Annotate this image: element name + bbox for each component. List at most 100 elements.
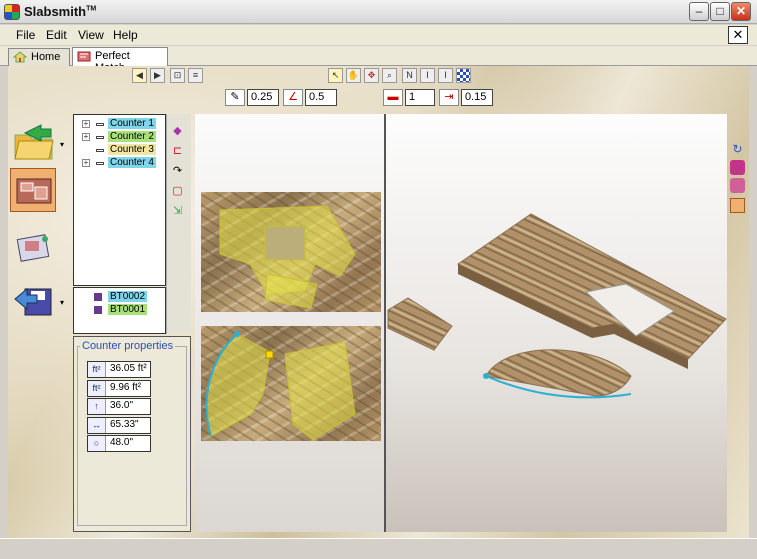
layout-button[interactable]	[10, 226, 56, 270]
tree-label: Counter 2	[108, 131, 156, 142]
maximize-button[interactable]: □	[710, 2, 730, 21]
offset-icon: ✎	[225, 89, 245, 106]
counter-shape-3[interactable]	[206, 333, 271, 437]
slab-layout-icon	[16, 178, 52, 204]
perfect-match-icon	[77, 51, 91, 62]
app-logo-icon	[4, 4, 20, 20]
tab-home[interactable]: Home	[8, 48, 70, 66]
prop-height: ↑ 36.0"	[87, 398, 151, 415]
expand-icon[interactable]: +	[82, 159, 90, 167]
angle-input[interactable]: 0.5	[305, 89, 337, 106]
open-folder-button[interactable]	[10, 118, 56, 162]
app-title-text: Slabsmith	[24, 4, 87, 19]
right-toolbar: ↻	[729, 142, 746, 222]
counter-shape-4[interactable]	[284, 341, 356, 441]
minimize-button[interactable]: –	[689, 2, 709, 21]
angle-icon: ○	[88, 436, 106, 451]
area-piece-icon: ft²	[88, 381, 106, 396]
height-icon: ↑	[88, 399, 106, 414]
flip-text-icon[interactable]: I	[438, 68, 453, 83]
cube-icon[interactable]	[730, 160, 745, 175]
3d-edge-handle	[483, 373, 489, 379]
3d-counter-curved	[485, 349, 632, 397]
tab-home-label: Home	[31, 51, 61, 63]
save-disk-icon	[14, 287, 52, 316]
redo-arrow-icon[interactable]: ↷	[170, 164, 185, 179]
prop-piece-area: ft² 9.96 ft²	[87, 380, 151, 397]
slab-list: BT0002 BT0001	[73, 287, 166, 334]
slab-icon	[94, 306, 102, 314]
dropdown-arrow-icon[interactable]: ▾	[60, 140, 64, 149]
close-button[interactable]: ✕	[731, 2, 751, 21]
count-icon: ▬	[383, 89, 403, 106]
spacing-input[interactable]: 0.15	[461, 89, 493, 106]
prop-total-area: ft² 36.05 ft²	[87, 361, 151, 378]
export-icon[interactable]: ⇲	[170, 204, 185, 219]
edge-icon[interactable]: ⊏	[170, 144, 185, 159]
counter-tree: + Counter 1 + Counter 2 Counter 3 + Coun…	[73, 114, 166, 286]
sink-cutout[interactable]	[264, 225, 306, 261]
top-toolbar: ◀ ▶ ⊡ ≡ ↖ ✋ ✥ ⌕ N I I	[70, 68, 750, 88]
prop-angle: ○ 48.0"	[87, 435, 151, 452]
menu-help[interactable]: Help	[113, 28, 138, 42]
flip-n-icon[interactable]: N	[402, 68, 417, 83]
counter-icon	[96, 123, 104, 126]
list-icon[interactable]: ≡	[188, 68, 203, 83]
expand-icon[interactable]: +	[82, 120, 90, 128]
rotate-icon[interactable]: ✥	[364, 68, 379, 83]
prop-value: 9.96 ft²	[110, 382, 142, 393]
prop-value: 65.33"	[110, 419, 139, 430]
edge-handle[interactable]	[234, 331, 240, 337]
3d-counter-small	[387, 297, 453, 351]
counter-icon	[96, 162, 104, 165]
select-pointer-icon[interactable]: ↖	[328, 68, 343, 83]
count-input[interactable]: 1	[405, 89, 435, 106]
prop-value: 36.0"	[110, 400, 134, 411]
orbit-icon[interactable]: ↻	[730, 142, 745, 157]
offset-input[interactable]: 0.25	[247, 89, 279, 106]
counter-icon	[96, 149, 104, 152]
slab-color-icon[interactable]: ◆	[170, 124, 185, 139]
tab-perfect-match[interactable]: Perfect Match	[72, 47, 168, 74]
cube-alt-icon[interactable]	[730, 178, 745, 193]
left-tool-column: ▾ ▾	[10, 118, 70, 338]
surface-icon[interactable]	[730, 198, 745, 213]
menu-edit[interactable]: Edit	[46, 28, 67, 42]
save-exit-button[interactable]	[10, 276, 56, 320]
flip-vertical-icon[interactable]: I	[420, 68, 435, 83]
hand-pan-icon[interactable]: ✋	[346, 68, 361, 83]
menu-view[interactable]: View	[78, 28, 104, 42]
tab-bar: Home Perfect Match	[0, 46, 757, 74]
tree-label: Counter 3	[108, 144, 156, 155]
fit-view-icon[interactable]: ⊡	[170, 68, 185, 83]
slab-layout-viewport[interactable]	[195, 114, 384, 532]
layout-template-icon	[16, 234, 50, 262]
tree-label: Counter 4	[108, 157, 156, 168]
status-bar	[0, 538, 757, 559]
title-bar: SlabsmithTM – □ ✕	[0, 0, 757, 24]
app-title: SlabsmithTM	[24, 4, 96, 19]
selection-handle[interactable]	[265, 350, 274, 359]
tree-label: Counter 1	[108, 118, 156, 129]
3d-preview-viewport[interactable]	[386, 114, 727, 532]
house-icon	[13, 51, 27, 63]
prop-length: ↔ 65.33"	[87, 417, 151, 434]
outline-icon[interactable]: ▢	[170, 184, 185, 199]
prop-value: 48.0"	[110, 437, 134, 448]
perfect-match-button[interactable]	[10, 168, 56, 212]
counter-properties-panel: Counter properties ft² 36.05 ft² ft² 9.96 …	[73, 336, 191, 532]
area-total-icon: ft²	[88, 362, 106, 377]
forward-arrow-icon[interactable]: ▶	[150, 68, 165, 83]
checkerboard-icon[interactable]	[456, 68, 471, 83]
parameter-bar: ✎ 0.25 ∠ 0.5 ▬ 1 ⇥ 0.15	[225, 89, 745, 109]
slab-label: BT0002	[108, 291, 148, 302]
back-arrow-icon[interactable]: ◀	[132, 68, 147, 83]
expand-icon[interactable]: +	[82, 133, 90, 141]
length-icon: ↔	[88, 418, 106, 433]
zoom-icon[interactable]: ⌕	[382, 68, 397, 83]
3d-render	[387, 213, 727, 399]
dropdown-arrow-icon-2[interactable]: ▾	[60, 298, 64, 307]
app-title-mark: TM	[86, 5, 97, 13]
document-close-button[interactable]: ✕	[728, 26, 748, 44]
menu-file[interactable]: File	[16, 28, 35, 42]
